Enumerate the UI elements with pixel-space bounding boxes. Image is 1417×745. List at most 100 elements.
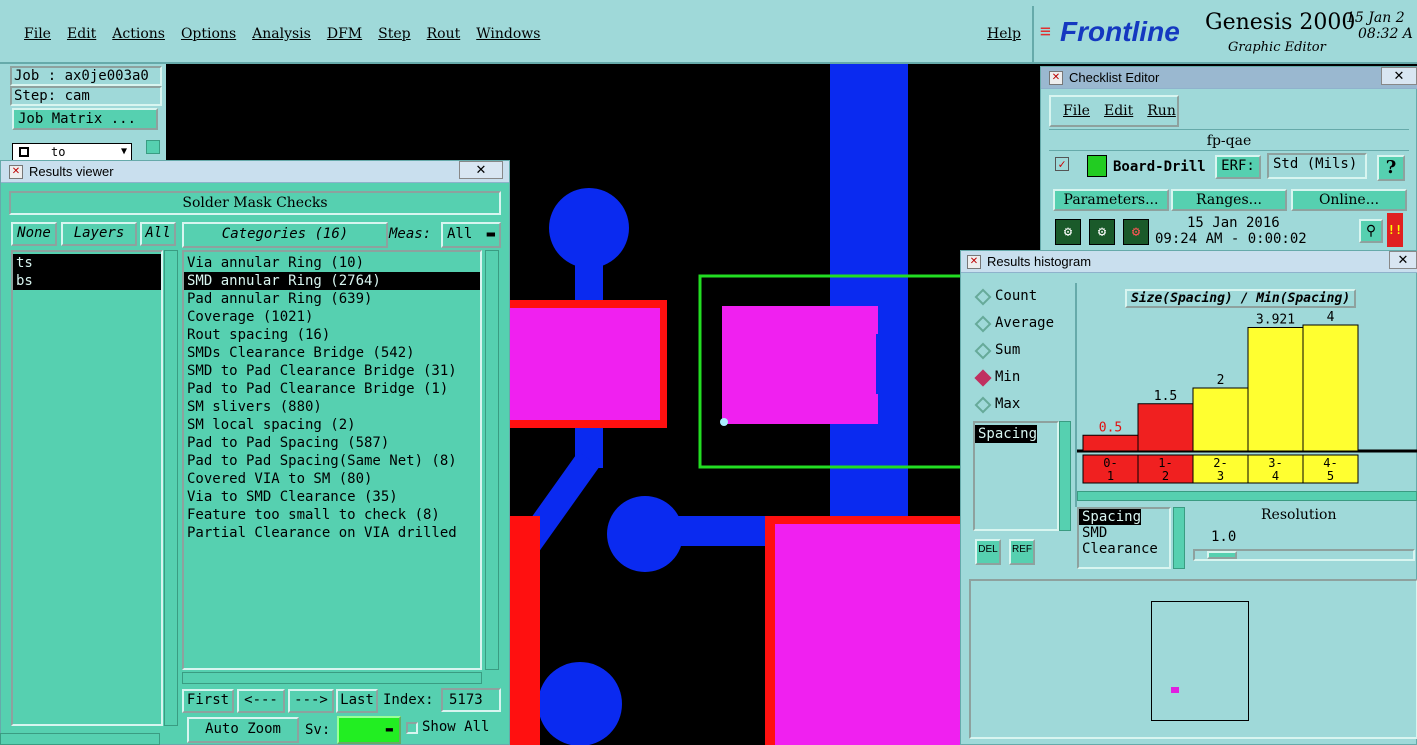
categories-button[interactable]: Categories (16) [182, 222, 388, 248]
list-item-category[interactable]: Coverage (1021) [184, 308, 480, 326]
dropdown-arrow-icon: ▬ [385, 722, 393, 736]
run-icon[interactable]: ⚙ [1055, 219, 1081, 245]
list-item-category[interactable]: Pad annular Ring (639) [184, 290, 480, 308]
alert-badge[interactable]: !! [1387, 213, 1403, 247]
zoom-icon[interactable]: ⚲ [1359, 219, 1383, 243]
list-item-clearance[interactable]: Clearance [1079, 541, 1169, 557]
parameters-button[interactable]: Parameters... [1053, 189, 1169, 211]
checklist-menu-run[interactable]: Run [1147, 103, 1176, 125]
list-item-category[interactable]: Rout spacing (16) [184, 326, 480, 344]
bin-label: 1- [1158, 456, 1172, 470]
list-item-category[interactable]: Pad to Pad Spacing(Same Net) (8) [184, 452, 480, 470]
index-input[interactable]: 5173 [441, 688, 501, 712]
show-all-checkbox[interactable] [406, 722, 418, 734]
menu-help[interactable]: Help [987, 26, 1021, 42]
radio-sum[interactable]: Sum [971, 337, 1071, 364]
tab-none[interactable]: None [11, 222, 57, 246]
close-icon[interactable]: ✕ [459, 161, 503, 179]
job-panel-scrollbar[interactable] [146, 140, 160, 154]
menu-dfm[interactable]: DFM [327, 26, 362, 42]
menu-analysis[interactable]: Analysis [252, 26, 311, 42]
tab-layers[interactable]: Layers [61, 222, 137, 246]
close-icon[interactable]: ✕ [1381, 67, 1417, 85]
bin-label: 1 [1107, 469, 1114, 483]
histogram-bar[interactable] [1192, 387, 1249, 452]
auto-zoom-dropdown[interactable]: Auto Zoom [187, 717, 299, 743]
first-button[interactable]: First [182, 689, 234, 713]
list-item-layer-bs[interactable]: bs [13, 272, 161, 290]
meas-dropdown[interactable]: All ▬ [441, 222, 501, 248]
histogram-bar[interactable] [1247, 326, 1304, 452]
slider-thumb[interactable] [1207, 551, 1237, 559]
checkmark-icon[interactable]: ✓ [1055, 157, 1069, 171]
list-item-category[interactable]: Via annular Ring (10) [184, 254, 480, 272]
tab-all[interactable]: All [140, 222, 176, 246]
last-button[interactable]: Last [336, 689, 378, 713]
list-item-layer-ts[interactable]: ts [13, 254, 161, 272]
radio-max[interactable]: Max [971, 391, 1071, 418]
erf-button[interactable]: ERF: [1215, 155, 1261, 179]
checkbox-icon[interactable] [19, 147, 29, 157]
ref-button[interactable]: REF [1009, 539, 1035, 565]
list-item-category[interactable]: SM local spacing (2) [184, 416, 480, 434]
menu-actions[interactable]: Actions [112, 26, 165, 42]
lower-left-scrollbar[interactable] [0, 733, 160, 745]
list-item-category[interactable]: Pad to Pad Spacing (587) [184, 434, 480, 452]
list-item-spacing[interactable]: Spacing [1079, 509, 1142, 525]
bin-label: 4- [1323, 456, 1337, 470]
menu-file[interactable]: File [24, 26, 51, 42]
list-item-category[interactable]: SM slivers (880) [184, 398, 480, 416]
radio-min[interactable]: Min [971, 364, 1071, 391]
list-item-smd[interactable]: SMD [1079, 525, 1169, 541]
help-button[interactable]: ? [1377, 155, 1405, 181]
layers-scrollbar[interactable] [164, 250, 178, 726]
checklist-menu-edit[interactable]: Edit [1104, 103, 1133, 125]
results-viewer-titlebar[interactable]: ✕ Results viewer ✕ [1, 161, 509, 183]
menu-windows[interactable]: Windows [476, 26, 540, 42]
histogram-bar[interactable] [1137, 403, 1194, 452]
hist-right-scrollbar[interactable] [1173, 507, 1185, 569]
layer-dropdown[interactable]: to ▼ [12, 143, 132, 161]
online-button[interactable]: Online... [1291, 189, 1407, 211]
list-item-category[interactable]: Via to SMD Clearance (35) [184, 488, 480, 506]
next-button[interactable]: ---> [288, 689, 334, 713]
menu-step[interactable]: Step [378, 26, 410, 42]
menu-rout[interactable]: Rout [427, 26, 461, 42]
radio-average[interactable]: Average [971, 310, 1071, 337]
hist-left-scrollbar[interactable] [1059, 421, 1071, 531]
histogram-titlebar[interactable]: ✕ Results histogram ✕ [961, 251, 1417, 273]
sv-color-dropdown[interactable]: ▬ [337, 716, 401, 744]
menu-options[interactable]: Options [181, 26, 236, 42]
categories-vscrollbar[interactable] [485, 250, 499, 670]
product-subtitle: Graphic Editor [1228, 40, 1326, 55]
list-item-category[interactable]: Covered VIA to SM (80) [184, 470, 480, 488]
categories-hscrollbar[interactable] [182, 672, 482, 684]
bin-label: 2- [1213, 456, 1227, 470]
list-item-spacing[interactable]: Spacing [975, 425, 1038, 443]
stop-icon[interactable]: ⚙ [1123, 219, 1149, 245]
list-item-category[interactable]: SMD annular Ring (2764) [184, 272, 480, 290]
drill-icon [1087, 155, 1107, 177]
prev-button[interactable]: <--- [237, 689, 285, 713]
list-item-category[interactable]: SMDs Clearance Bridge (542) [184, 344, 480, 362]
list-item-category[interactable]: SMD to Pad Clearance Bridge (31) [184, 362, 480, 380]
radio-count[interactable]: Count [971, 283, 1071, 310]
list-item-category[interactable]: Pad to Pad Clearance Bridge (1) [184, 380, 480, 398]
erf-field[interactable]: Std (Mils) [1267, 153, 1367, 179]
menu-edit[interactable]: Edit [67, 26, 96, 42]
close-icon[interactable]: ✕ [1389, 251, 1417, 269]
run-all-icon[interactable]: ⚙ [1089, 219, 1115, 245]
histogram-chart: Size(Spacing) / Min(Spacing) 0.5 0- 1 1.5 1-… [1075, 283, 1417, 507]
checklist-editor-titlebar[interactable]: ✕ Checklist Editor ✕ [1041, 67, 1417, 89]
job-matrix-button[interactable]: Job Matrix ... [12, 108, 158, 130]
resolution-slider[interactable] [1193, 549, 1415, 561]
histogram-bar[interactable] [1082, 434, 1139, 452]
list-item-category[interactable]: Partial Clearance on VIA drilled [184, 524, 480, 542]
histogram-bar[interactable] [1302, 324, 1359, 452]
list-item-category[interactable]: Feature too small to check (8) [184, 506, 480, 524]
del-button[interactable]: DEL [975, 539, 1001, 565]
ranges-button[interactable]: Ranges... [1171, 189, 1287, 211]
chart-hscrollbar[interactable] [1077, 491, 1417, 501]
checklist-menu-file[interactable]: File [1063, 103, 1090, 125]
clock-time: 08:32 A [1358, 26, 1413, 42]
